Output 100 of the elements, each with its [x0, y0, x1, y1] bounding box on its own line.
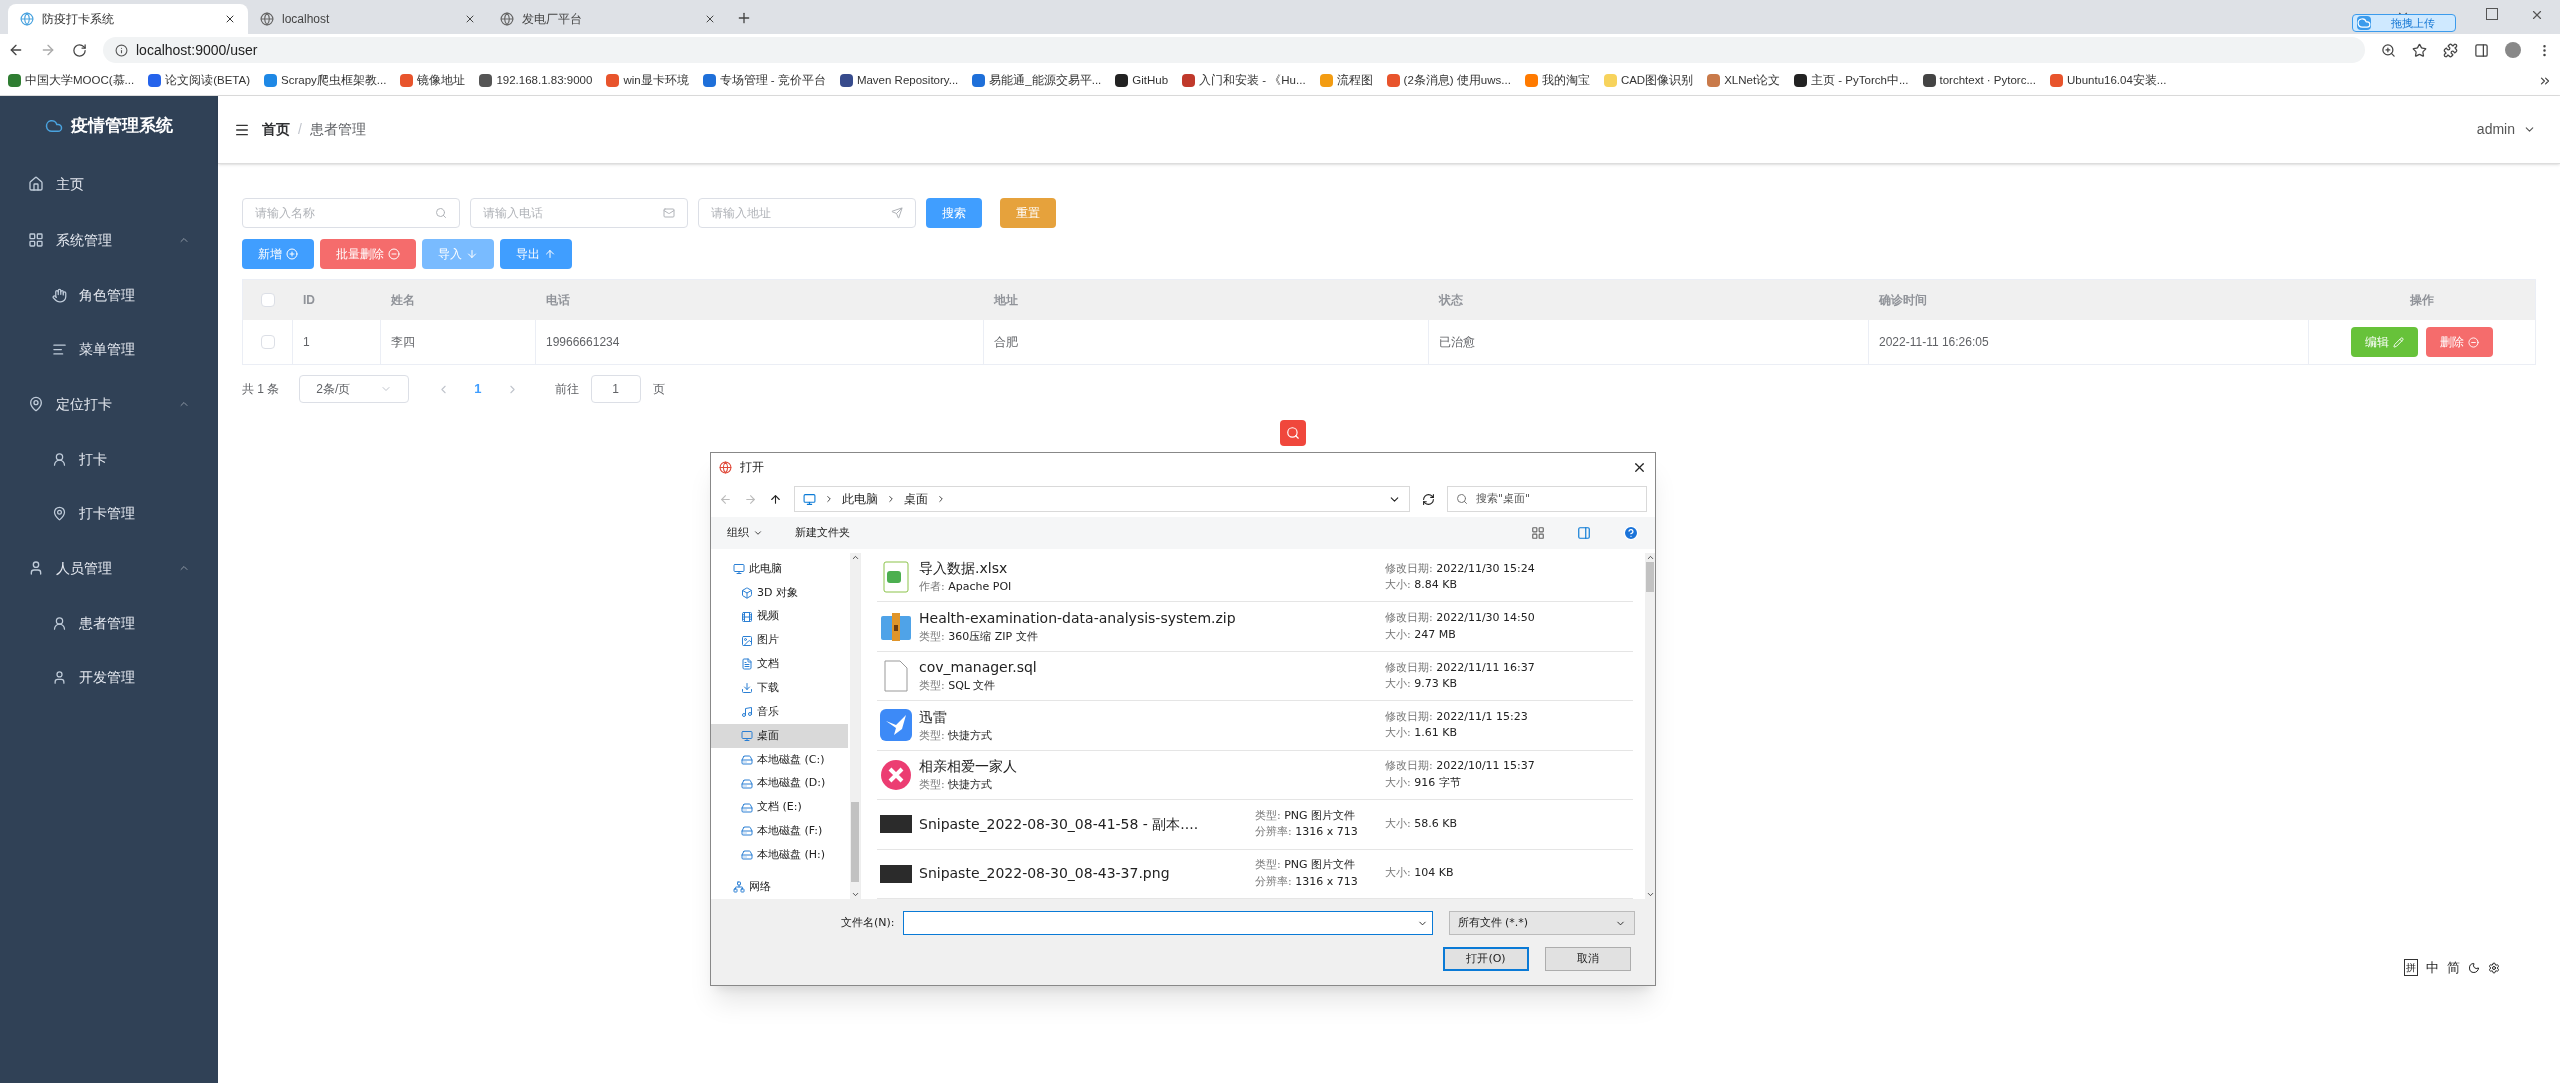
bookmark-favicon-icon	[839, 74, 853, 87]
refresh-icon[interactable]	[1422, 492, 1435, 506]
restore-icon[interactable]	[2486, 8, 2498, 20]
ime-indicator[interactable]: 中	[2426, 958, 2439, 978]
sidebar-menu-item[interactable]: 系统管理	[0, 212, 218, 268]
bookmark-star-icon[interactable]	[2412, 42, 2427, 58]
chevron-icon[interactable]	[886, 494, 896, 504]
navigation-item[interactable]: 音乐	[711, 700, 848, 724]
navigation-item[interactable]: 桌面	[711, 724, 848, 748]
bookmark-item[interactable]: 专场管理 - 竞价平台	[702, 71, 826, 90]
navigation-item[interactable]: 3D 对象	[711, 580, 848, 605]
half-width-icon[interactable]	[2468, 961, 2480, 974]
sidebar-menu-item[interactable]: 定位打卡	[0, 376, 218, 432]
bookmark-item[interactable]: 主页 - PyTorch中...	[1794, 71, 1909, 90]
header-checkbox[interactable]	[261, 293, 275, 307]
zoom-icon[interactable]	[2381, 42, 2396, 58]
navigation-item[interactable]: 网络	[711, 875, 848, 900]
scrollbar-thumb[interactable]	[851, 802, 859, 882]
navigation-item[interactable]: 本地磁盘 (F:)	[711, 819, 848, 844]
file-row[interactable]: 迅雷 类型: 快捷方式 修改日期: 2022/11/1 15:23 大小: 1.61 KB	[877, 701, 1633, 751]
open-button[interactable]: 打开(O)	[1443, 947, 1529, 971]
page-size-select[interactable]: 2条/页	[299, 375, 410, 403]
sidebar-menu-item[interactable]: 主页	[0, 156, 218, 212]
bookmark-item[interactable]: Maven Repository...	[839, 71, 959, 90]
file-type-select[interactable]: 所有文件 (*.*)	[1448, 911, 1635, 935]
extensions-icon[interactable]	[2443, 42, 2458, 58]
path-bar[interactable]: 此电脑 桌面	[794, 486, 1410, 512]
file-row[interactable]: cov_manager.sql 类型: SQL 文件 修改日期: 2022/11/11 16:37 大小: 9.73 KB	[877, 651, 1633, 702]
bookmark-item[interactable]: 流程图	[1319, 71, 1373, 90]
scroll-down-icon[interactable]	[850, 890, 860, 899]
close-icon[interactable]	[704, 13, 716, 25]
scroll-up-icon[interactable]	[1645, 553, 1655, 562]
navigation-item[interactable]: 此电脑	[711, 557, 848, 581]
bookmark-item[interactable]: torchtext · Pytorc...	[1922, 71, 2036, 90]
path-segment[interactable]: 此电脑	[842, 490, 878, 508]
file-row[interactable]: Health-examination-data-analysis-system.zip 类型: 360压缩 ZIP 文件 修改日期: 2022/11/30 14:50 大小: 247 MB	[877, 602, 1633, 652]
address-bar[interactable]: localhost:9000/user	[103, 37, 2365, 63]
bookmark-item[interactable]: 中国大学MOOC(慕...	[8, 71, 135, 90]
browser-tab[interactable]: 防疫打卡系统	[8, 4, 248, 34]
scrollbar[interactable]	[850, 553, 860, 899]
close-icon[interactable]	[464, 13, 476, 25]
bookmark-item[interactable]: 论文阅读(BETA)	[148, 71, 251, 90]
file-row[interactable]: Snipaste_2022-08-30_08-41-58 - 副本.... 类型: PNG 图片文件 分辨率: 1316 x 713 大小: 58.6 KB	[877, 800, 1633, 850]
help-icon[interactable]	[1623, 525, 1639, 541]
bookmark-item[interactable]: win显卡环境	[606, 71, 689, 90]
navigation-item[interactable]: 文档 (E:)	[711, 795, 848, 820]
view-options-icon[interactable]	[1531, 526, 1545, 540]
folder-item-icon	[741, 729, 753, 742]
up-folder-icon[interactable]	[769, 492, 782, 506]
bookmark-item[interactable]: 192.168.1.83:9000	[479, 71, 593, 90]
info-icon[interactable]	[115, 43, 128, 57]
bookmark-item[interactable]: (2条消息) 使用uws...	[1386, 71, 1511, 90]
scrollbar[interactable]	[1645, 553, 1655, 899]
path-segment[interactable]: 桌面	[904, 490, 928, 508]
navigation-item[interactable]: 图片	[711, 628, 848, 653]
navigation-item[interactable]: 视频	[711, 604, 848, 629]
bookmark-item[interactable]: 入门和安装 - 《Hu...	[1182, 71, 1306, 90]
row-checkbox[interactable]	[260, 335, 275, 349]
bookmark-item[interactable]: XLNet论文	[1707, 71, 1781, 90]
back-icon[interactable]	[8, 42, 24, 58]
bookmark-item[interactable]: GitHub	[1115, 71, 1169, 90]
dialog-toolbar-button[interactable]: 组织	[727, 524, 763, 542]
upload-badge[interactable]: 拖拽上传	[2352, 14, 2456, 32]
scrollbar-thumb[interactable]	[1646, 562, 1654, 592]
scroll-down-icon[interactable]	[1645, 890, 1655, 899]
navigation-item[interactable]: 本地磁盘 (C:)	[711, 747, 848, 772]
dialog-toolbar-button[interactable]: 新建文件夹	[795, 524, 850, 542]
file-row[interactable]: 导入数据.xlsx 作者: Apache POI 修改日期: 2022/11/30 15:24 大小: 8.84 KB	[877, 553, 1633, 603]
bookmark-item[interactable]: Ubuntu16.04安装...	[2050, 71, 2167, 90]
file-row[interactable]: Snipaste_2022-08-30_08-43-37.png 类型: PNG 图片文件 分辨率: 1316 x 713 大小: 104 KB	[877, 849, 1633, 899]
bookmark-item[interactable]: 易能通_能源交易平...	[972, 71, 1102, 90]
close-icon[interactable]	[224, 13, 236, 25]
profile-avatar[interactable]	[2505, 42, 2521, 58]
chevron-icon[interactable]	[824, 494, 834, 504]
filename-field[interactable]	[902, 911, 1433, 935]
bookmark-item[interactable]: Scrapy爬虫框架教...	[264, 71, 387, 90]
preview-pane-icon[interactable]	[1577, 526, 1591, 540]
ime-indicator[interactable]: 简	[2447, 958, 2460, 978]
navigation-item[interactable]: 下载	[711, 676, 848, 701]
bookmark-item[interactable]: 镜像地址	[400, 71, 466, 90]
side-panel-icon[interactable]	[2474, 42, 2489, 58]
bookmark-item[interactable]: 我的淘宝	[1524, 71, 1590, 90]
chevron-icon[interactable]	[936, 494, 946, 504]
goto-page-field[interactable]: 1	[590, 375, 641, 403]
file-row[interactable]: 相亲相爱一家人 类型: 快捷方式 修改日期: 2022/10/11 15:37 大小: 916 字节	[877, 750, 1633, 801]
dialog-search-field[interactable]: 搜索"桌面"	[1447, 486, 1647, 512]
user-dropdown[interactable]: admin	[2476, 119, 2536, 140]
sidebar-menu-item[interactable]: 人员管理	[0, 540, 218, 596]
navigation-item[interactable]: 文档	[711, 652, 848, 677]
breadcrumb-item[interactable]: 首页	[262, 119, 290, 140]
scroll-up-icon[interactable]	[850, 553, 860, 562]
reload-icon[interactable]	[72, 42, 87, 58]
navigation-item[interactable]: 本地磁盘 (D:)	[711, 771, 848, 796]
cancel-button[interactable]: 取消	[1545, 947, 1631, 971]
navigation-item[interactable]: 本地磁盘 (H:)	[711, 843, 848, 868]
floating-search-button[interactable]	[1280, 420, 1306, 446]
settings-icon[interactable]	[2488, 961, 2500, 974]
ime-indicator[interactable]: 拼	[2404, 959, 2418, 977]
new-tab-icon[interactable]	[736, 10, 752, 26]
bookmark-item[interactable]: CAD图像识别	[1603, 71, 1694, 90]
